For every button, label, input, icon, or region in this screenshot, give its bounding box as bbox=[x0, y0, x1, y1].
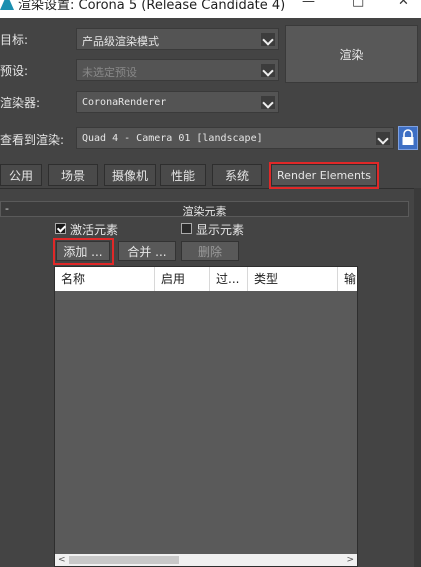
column-name[interactable]: 名称 bbox=[55, 267, 155, 291]
preset-value: 未选定预设 bbox=[82, 66, 137, 79]
chevron-down-icon bbox=[261, 96, 275, 109]
column-type[interactable]: 类型 bbox=[248, 267, 338, 291]
list-header: 名称 启用 过... 类型 输 bbox=[55, 267, 357, 291]
render-button[interactable]: 渲染 bbox=[285, 25, 418, 83]
activate-elements-label: 激活元素 bbox=[70, 223, 119, 237]
title-bar: 渲染设置: Corona 5 (Release Candidate 4) — □… bbox=[0, 0, 421, 18]
tab-scene[interactable]: 场景 bbox=[48, 164, 98, 186]
column-filter[interactable]: 过... bbox=[210, 267, 248, 291]
highlight-box-add bbox=[53, 238, 114, 265]
merge-button[interactable]: 合并 ... bbox=[118, 241, 176, 261]
column-output[interactable]: 输 bbox=[338, 267, 357, 291]
lock-view-button[interactable] bbox=[398, 126, 418, 150]
display-elements-checkbox[interactable] bbox=[181, 223, 192, 234]
scroll-right-icon[interactable]: > bbox=[346, 554, 354, 566]
minimize-button[interactable]: — bbox=[302, 0, 315, 9]
delete-button[interactable]: 删除 bbox=[181, 241, 239, 261]
view-value: Quad 4 - Camera 01 [landscape] bbox=[82, 133, 263, 144]
tab-camera[interactable]: 摄像机 bbox=[104, 164, 156, 186]
view-label: 查看到渲染: bbox=[0, 133, 65, 147]
chevron-down-icon bbox=[376, 132, 390, 145]
preset-dropdown[interactable]: 未选定预设 bbox=[76, 59, 279, 81]
scrollbar-thumb[interactable] bbox=[69, 556, 179, 564]
target-label: 目标: bbox=[0, 33, 29, 47]
renderer-dropdown[interactable]: CoronaRenderer bbox=[76, 91, 279, 113]
preset-label: 预设: bbox=[0, 64, 29, 78]
scroll-left-icon[interactable]: < bbox=[58, 554, 66, 566]
tab-performance[interactable]: 性能 bbox=[160, 164, 206, 186]
renderer-label: 渲染器: bbox=[0, 96, 41, 110]
rollout-title: 渲染元素 bbox=[182, 205, 227, 218]
tab-common[interactable]: 公用 bbox=[0, 164, 42, 186]
lock-icon bbox=[402, 129, 414, 145]
target-dropdown[interactable]: 产品级渲染模式 bbox=[76, 28, 279, 50]
maximize-button[interactable]: □ bbox=[352, 0, 364, 9]
chevron-down-icon bbox=[261, 33, 275, 46]
chevron-down-icon bbox=[261, 64, 275, 77]
target-value: 产品级渲染模式 bbox=[82, 35, 159, 48]
tab-system[interactable]: 系统 bbox=[212, 164, 262, 186]
horizontal-scrollbar[interactable]: < > bbox=[55, 554, 357, 566]
activate-elements-checkbox[interactable] bbox=[55, 223, 66, 234]
renderer-value: CoronaRenderer bbox=[82, 97, 167, 108]
app-icon bbox=[0, 0, 14, 10]
close-button[interactable]: ✕ bbox=[398, 0, 409, 9]
highlight-box-tab bbox=[269, 162, 379, 189]
panel-scroll-edge bbox=[414, 188, 421, 567]
display-elements-label: 显示元素 bbox=[196, 223, 245, 237]
window-title: 渲染设置: Corona 5 (Release Candidate 4) bbox=[18, 0, 286, 13]
view-dropdown[interactable]: Quad 4 - Camera 01 [landscape] bbox=[76, 127, 394, 149]
render-elements-list[interactable]: 名称 启用 过... 类型 输 < > bbox=[54, 266, 358, 567]
column-enabled[interactable]: 启用 bbox=[155, 267, 210, 291]
rollout-header[interactable]: - 渲染元素 bbox=[0, 201, 409, 218]
